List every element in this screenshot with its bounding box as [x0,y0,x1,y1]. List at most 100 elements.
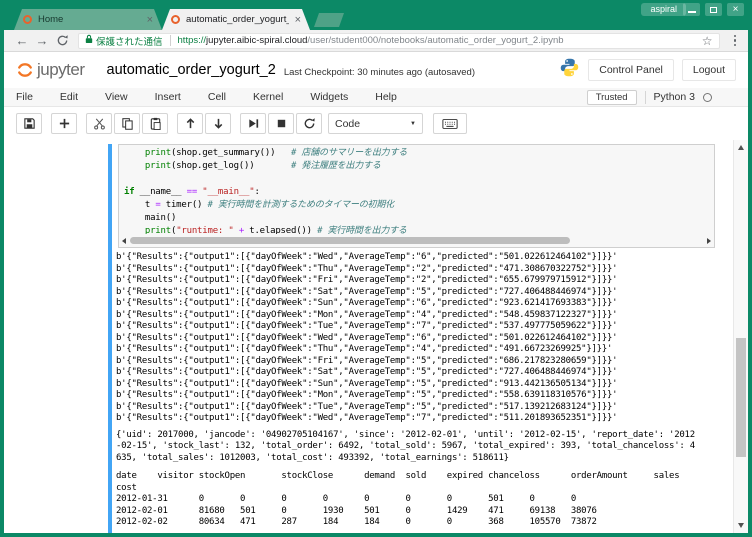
menu-help[interactable]: Help [375,91,397,103]
close-button[interactable]: × [727,3,744,16]
header-right: Control Panel Logout [559,57,736,83]
back-icon[interactable]: ← [12,34,32,47]
save-icon [23,117,36,130]
copy-icon [121,117,134,130]
copy-cell-button[interactable] [114,113,140,134]
stop-kernel-button[interactable] [268,113,294,134]
jupyter-favicon-icon [23,15,32,24]
python-logo-icon [559,57,580,83]
url-text: https://jupyter.aibic-spiral.cloud/user/… [178,35,696,46]
jupyter-logo-icon [16,61,34,79]
selected-cell-indicator [108,144,112,533]
notebook-toolbar: Code ▼ [4,107,748,140]
window-close-icon: × [733,4,739,15]
url-host: jupyter.aibic-spiral.cloud [206,35,307,46]
menu-edit[interactable]: Edit [60,91,78,103]
maximize-button[interactable] [705,3,722,16]
tab-title: Home [38,14,141,25]
menu-cell[interactable]: Cell [208,91,226,103]
scroll-right-icon[interactable] [707,238,711,244]
new-tab-button[interactable] [314,13,344,27]
menu-file[interactable]: File [16,91,33,103]
scissors-icon [93,117,106,130]
output-json-stream: b'{"Results":{"output1":[{"dayOfWeek":"W… [116,252,710,425]
window-controls: × [683,3,744,16]
minimize-button[interactable] [683,3,700,16]
url-divider [170,35,171,46]
bookmark-star-icon[interactable]: ☆ [702,34,713,48]
url-path: /user/student000/notebooks/automatic_ord… [307,35,563,46]
horizontal-scroll-thumb[interactable] [130,237,570,244]
paste-cell-button[interactable] [142,113,168,134]
cell-output-area: b'{"Results":{"output1":[{"dayOfWeek":"W… [116,252,710,533]
tab-strip: Home × automatic_order_yogurt_ × [14,9,344,30]
tab-notebook[interactable]: automatic_order_yogurt_ × [162,9,310,30]
arrow-down-icon [212,117,225,130]
tab-close-icon[interactable]: × [295,15,301,25]
tab-close-icon[interactable]: × [147,15,153,25]
menu-insert[interactable]: Insert [155,91,181,103]
logout-button[interactable]: Logout [682,59,736,81]
notebook-site: print(shop.get_summary()) # 店舗のサマリーを出力する… [4,140,748,533]
move-cell-up-button[interactable] [177,113,203,134]
menu-widgets[interactable]: Widgets [310,91,348,103]
jupyter-logo[interactable]: jupyter [16,60,85,80]
vertical-scroll-thumb[interactable] [736,338,746,457]
trusted-button[interactable]: Trusted [587,90,637,105]
notebook-title[interactable]: automatic_order_yogurt_2 [107,62,276,78]
kernel-name: Python 3 [654,91,695,103]
url-omnibox[interactable]: 保護された通信 https://jupyter.aibic-spiral.clo… [78,33,720,49]
browser-window: aspiral × Home × automatic_order_yogurt_… [0,0,752,537]
add-cell-button[interactable] [51,113,77,134]
command-palette-button[interactable] [433,113,467,134]
menubar-right: Trusted Python 3 [587,90,712,105]
page-vertical-scrollbar[interactable] [733,140,748,533]
restart-icon [303,117,316,130]
cell-type-select[interactable]: Code ▼ [328,113,423,134]
code-editor[interactable]: print(shop.get_summary()) # 店舗のサマリーを出力する… [124,147,712,234]
plus-icon [58,117,71,130]
run-cell-button[interactable] [240,113,266,134]
url-scheme: https:// [178,35,207,46]
stop-icon [275,117,288,130]
security-label: 保護された通信 [96,34,163,48]
paste-icon [149,117,162,130]
cut-cell-button[interactable] [86,113,112,134]
notebook-header: jupyter automatic_order_yogurt_2 Last Ch… [4,52,748,88]
tab-title: automatic_order_yogurt_ [186,14,289,25]
run-icon [247,117,260,130]
scroll-up-icon[interactable] [738,145,744,150]
checkpoint-status: Last Checkpoint: 30 minutes ago (autosav… [284,67,475,78]
refresh-icon[interactable] [52,34,72,47]
code-horizontal-scrollbar[interactable] [120,235,713,246]
keyboard-icon [442,118,458,130]
scroll-down-icon[interactable] [738,523,744,528]
save-button[interactable] [16,113,42,134]
menu-kernel[interactable]: Kernel [253,91,283,103]
arrow-up-icon [184,117,197,130]
jupyter-favicon-icon [171,15,180,24]
address-bar: ← → 保護された通信 https://jupyter.aibic-spiral… [4,30,748,52]
restart-kernel-button[interactable] [296,113,322,134]
browser-titlebar: aspiral × Home × automatic_order_yogurt_… [0,0,752,30]
lock-icon [85,34,93,47]
control-panel-button[interactable]: Control Panel [588,59,674,81]
jupyter-logo-text: jupyter [37,60,85,80]
code-cell-input: print(shop.get_summary()) # 店舗のサマリーを出力する… [118,144,715,248]
scroll-left-icon[interactable] [122,238,126,244]
maximize-icon [710,7,717,13]
minimize-icon [688,11,696,13]
caret-down-icon: ▼ [410,121,416,127]
jupyter-page: jupyter automatic_order_yogurt_2 Last Ch… [4,52,748,533]
menu-view[interactable]: View [105,91,128,103]
forward-icon[interactable]: → [32,34,52,47]
menubar-separator [645,91,646,104]
chrome-profile-button[interactable]: aspiral [641,3,686,16]
move-cell-down-button[interactable] [205,113,231,134]
output-log-table: date visitor stockOpen stockClose demand… [116,471,710,529]
kernel-idle-icon [703,93,712,102]
notebook-menubar: File Edit View Insert Cell Kernel Widget… [4,88,748,107]
tab-home[interactable]: Home × [14,9,162,30]
output-summary-dict: {'uid': 2017000, 'jancode': '04902705104… [116,430,710,465]
chrome-menu-icon[interactable] [734,35,737,47]
